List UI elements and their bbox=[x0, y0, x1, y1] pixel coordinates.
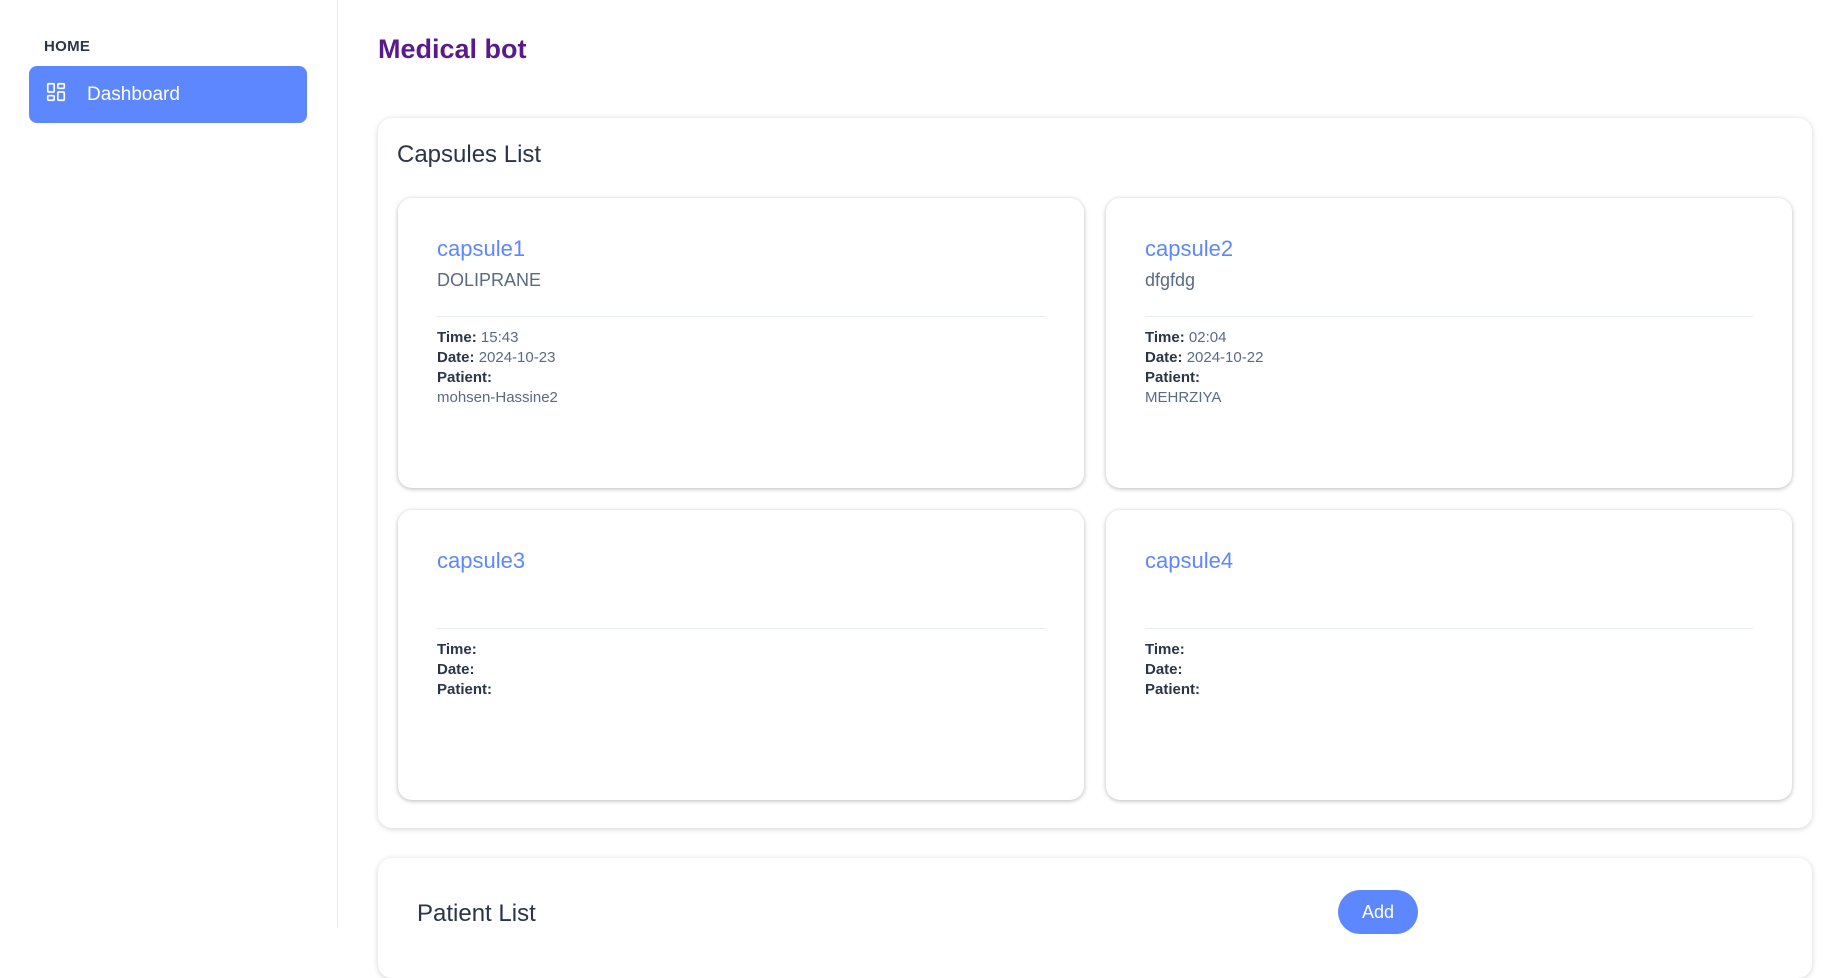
capsules-list-title: Capsules List bbox=[397, 141, 542, 168]
patients-panel: Patient List Add bbox=[378, 858, 1812, 978]
date-label: Date: bbox=[1145, 349, 1183, 366]
capsule-medicine: DOLIPRANE bbox=[437, 270, 542, 290]
patient-label: Patient: bbox=[1145, 681, 1201, 698]
capsule-name: capsule1 bbox=[437, 236, 526, 261]
capsule-name: capsule4 bbox=[1145, 548, 1234, 573]
sidebar-item-dashboard[interactable]: Dashboard bbox=[29, 66, 307, 123]
capsule-card[interactable]: capsule1 DOLIPRANE Time: 15:43 Date: 202… bbox=[398, 198, 1084, 488]
divider bbox=[437, 628, 1045, 629]
capsule-info: Time: Date: Patient: bbox=[437, 640, 492, 700]
time-label: Time: bbox=[1145, 641, 1185, 658]
sidebar: HOME Dashboard bbox=[0, 0, 338, 927]
dashboard-icon bbox=[45, 81, 67, 108]
capsule-time: 02:04 bbox=[1188, 329, 1227, 346]
date-label: Date: bbox=[437, 661, 475, 678]
add-patient-button[interactable]: Add bbox=[1338, 890, 1418, 934]
patient-label: Patient: bbox=[437, 369, 493, 386]
capsules-panel: Capsules List capsule1 DOLIPRANE Time: 1… bbox=[378, 118, 1812, 828]
patient-list-title: Patient List bbox=[417, 900, 536, 927]
sidebar-section-label: HOME bbox=[44, 38, 91, 55]
capsule-info: Time: 02:04 Date: 2024-10-22 Patient: ME… bbox=[1145, 328, 1263, 408]
capsule-info: Time: Date: Patient: bbox=[1145, 640, 1200, 700]
capsule-card[interactable]: capsule4 Time: Date: Patient: bbox=[1106, 510, 1792, 800]
capsule-card[interactable]: capsule2 dfgfdg Time: 02:04 Date: 2024-1… bbox=[1106, 198, 1792, 488]
main-content: Medical bot Capsules List capsule1 DOLIP… bbox=[338, 0, 1847, 978]
time-label: Time: bbox=[1145, 329, 1185, 346]
capsule-patient: mohsen-Hassine2 bbox=[437, 389, 558, 406]
capsule-name: capsule3 bbox=[437, 548, 526, 573]
time-label: Time: bbox=[437, 641, 477, 658]
capsule-info: Time: 15:43 Date: 2024-10-23 Patient: mo… bbox=[437, 328, 558, 408]
capsule-date: 2024-10-23 bbox=[478, 349, 556, 366]
page-title: Medical bot bbox=[378, 34, 527, 64]
patient-label: Patient: bbox=[1145, 369, 1201, 386]
capsule-date: 2024-10-22 bbox=[1186, 349, 1264, 366]
date-label: Date: bbox=[437, 349, 475, 366]
divider bbox=[1145, 628, 1753, 629]
divider bbox=[1145, 316, 1753, 317]
date-label: Date: bbox=[1145, 661, 1183, 678]
capsule-name: capsule2 bbox=[1145, 236, 1234, 261]
capsule-time: 15:43 bbox=[480, 329, 519, 346]
patient-label: Patient: bbox=[437, 681, 493, 698]
divider bbox=[437, 316, 1045, 317]
capsule-card[interactable]: capsule3 Time: Date: Patient: bbox=[398, 510, 1084, 800]
time-label: Time: bbox=[437, 329, 477, 346]
capsule-medicine: dfgfdg bbox=[1145, 270, 1196, 290]
capsule-patient: MEHRZIYA bbox=[1145, 389, 1222, 406]
sidebar-item-label: Dashboard bbox=[87, 83, 180, 105]
